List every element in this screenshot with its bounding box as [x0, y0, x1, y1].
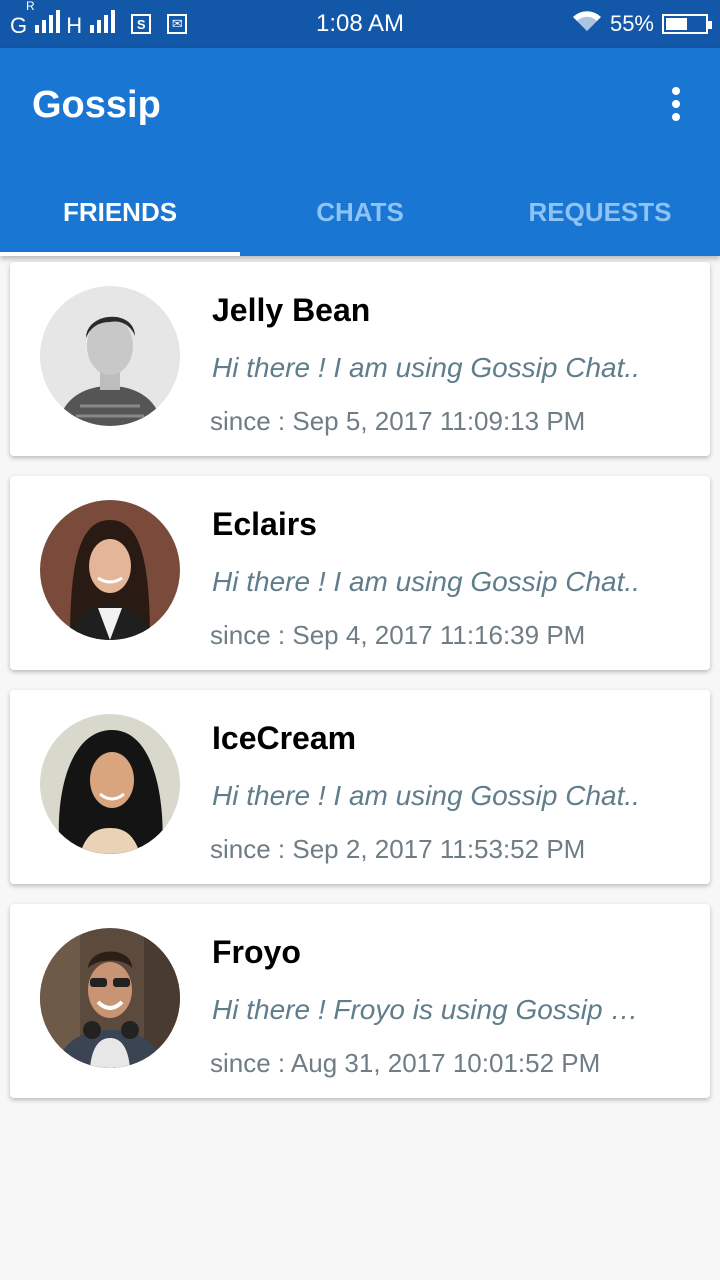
- friend-status: Hi there ! I am using Gossip Chat..: [212, 566, 640, 597]
- battery-percent: 55%: [609, 11, 654, 36]
- friend-since: since : Sep 5, 2017 11:09:13 PM: [210, 406, 586, 436]
- avatar: [40, 928, 180, 1068]
- app-title: Gossip: [32, 84, 161, 126]
- friend-since: since : Aug 31, 2017 10:01:52 PM: [210, 1048, 601, 1078]
- battery-icon: [662, 14, 712, 34]
- friend-name: Jelly Bean: [212, 292, 371, 328]
- friend-card[interactable]: IceCream Hi there ! I am using Gossip Ch…: [10, 690, 710, 884]
- avatar: [40, 500, 180, 640]
- avatar: [40, 714, 180, 854]
- app-bar: Gossip FRIENDS CHATS REQUESTS: [0, 48, 720, 256]
- wifi-icon: [572, 9, 602, 39]
- tab-chats[interactable]: CHATS: [240, 168, 480, 256]
- friend-status: Hi there ! I am using Gossip Chat..: [212, 780, 640, 811]
- friend-since: since : Sep 2, 2017 11:53:52 PM: [210, 834, 586, 864]
- tab-requests[interactable]: REQUESTS: [480, 168, 720, 256]
- status-bar: GR H S ✉ 1:08 AM 55%: [0, 0, 720, 48]
- friends-list: Jelly Bean Hi there ! I am using Gossip …: [10, 262, 710, 1118]
- friend-status: Hi there ! I am using Gossip Chat..: [212, 352, 640, 383]
- tab-bar: FRIENDS CHATS REQUESTS: [0, 168, 720, 256]
- friend-name: IceCream: [212, 720, 357, 756]
- status-right: 55%: [572, 9, 712, 39]
- tab-friends[interactable]: FRIENDS: [0, 168, 240, 256]
- overflow-menu-icon[interactable]: [656, 84, 696, 124]
- friend-card[interactable]: Froyo Hi there ! Froyo is using Gossip C…: [10, 904, 710, 1098]
- friend-since: since : Sep 4, 2017 11:16:39 PM: [210, 620, 586, 650]
- friend-card[interactable]: Eclairs Hi there ! I am using Gossip Cha…: [10, 476, 710, 670]
- friend-status: Hi there ! Froyo is using Gossip Chat..: [212, 994, 654, 1025]
- friend-card[interactable]: Jelly Bean Hi there ! I am using Gossip …: [10, 262, 710, 456]
- avatar: [40, 286, 180, 426]
- friend-name: Eclairs: [212, 506, 317, 542]
- friend-name: Froyo: [212, 934, 301, 970]
